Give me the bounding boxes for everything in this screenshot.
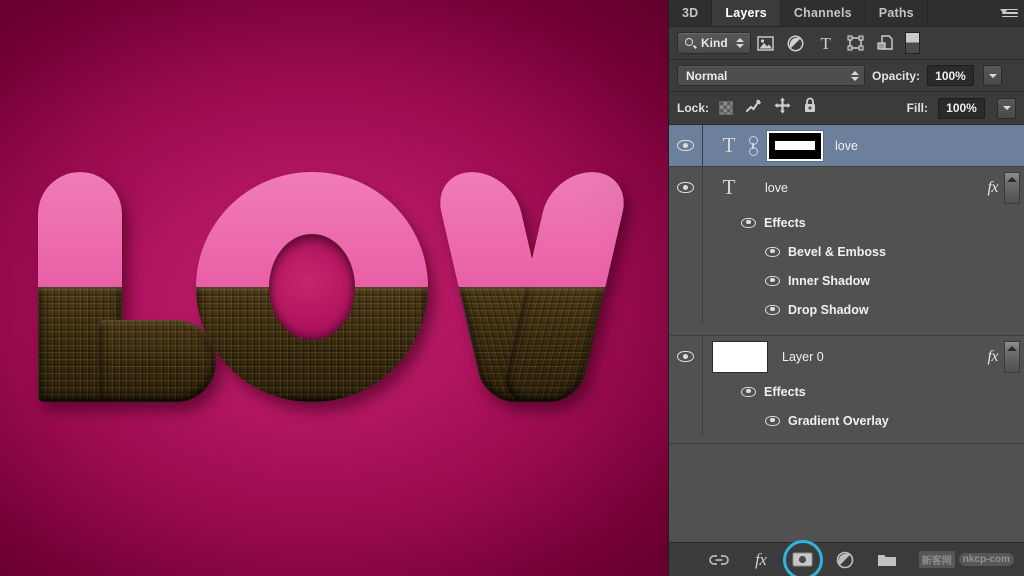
artwork-love-text [0, 0, 668, 576]
panel-menu-button[interactable] [994, 0, 1024, 26]
add-layer-mask-icon[interactable] [791, 548, 815, 572]
smart-object-filter-icon[interactable] [871, 30, 901, 56]
effects-group-label: Effects [764, 216, 806, 230]
effect-label: Gradient Overlay [788, 414, 889, 428]
eye-icon [677, 351, 694, 362]
photoshop-window: 3D Layers Channels Paths Kind [0, 0, 1024, 576]
eye-icon [677, 140, 694, 151]
table-row[interactable]: T love fx [669, 167, 1024, 208]
tab-paths[interactable]: Paths [866, 0, 928, 26]
link-layers-icon[interactable] [707, 548, 731, 572]
pixel-layer-filter-icon[interactable] [751, 30, 781, 56]
effect-label: Bevel & Emboss [788, 245, 886, 259]
eye-icon [677, 182, 694, 193]
effect-label: Inner Shadow [788, 274, 870, 288]
eye-icon[interactable] [765, 305, 780, 315]
filter-kind-label: Kind [701, 36, 728, 50]
layer-mask-thumbnail[interactable] [767, 131, 823, 161]
table-row[interactable]: T love [669, 125, 1024, 166]
lock-transparent-pixels-icon[interactable] [719, 101, 733, 115]
new-group-icon[interactable] [875, 548, 899, 572]
panel-menu-icon [1001, 8, 1018, 19]
eye-icon[interactable] [741, 218, 756, 228]
letter-L [38, 172, 218, 402]
panel-tab-strip: 3D Layers Channels Paths [669, 0, 1024, 27]
watermark-right-text: nkcp-com [959, 553, 1014, 566]
eye-icon[interactable] [765, 416, 780, 426]
adjustment-layer-filter-icon[interactable] [781, 30, 811, 56]
filter-toggle-switch[interactable] [905, 32, 920, 54]
document-canvas[interactable] [0, 0, 668, 576]
layer-fx-badge[interactable]: fx [987, 348, 1004, 366]
letter-V [432, 172, 654, 402]
filter-kind-dropdown[interactable]: Kind [677, 32, 751, 54]
opacity-label: Opacity: [872, 69, 920, 83]
type-layer-icon: T [715, 135, 743, 156]
collapse-effects-button[interactable] [1004, 341, 1020, 373]
effect-row[interactable]: Gradient Overlay [669, 406, 1024, 435]
blend-mode-select[interactable]: Normal [677, 65, 865, 86]
fill-label: Fill: [907, 101, 928, 115]
tab-channels[interactable]: Channels [781, 0, 866, 26]
fill-dropdown-button[interactable] [997, 98, 1016, 119]
chevron-updown-icon [736, 38, 744, 48]
effect-row[interactable]: Drop Shadow [669, 295, 1024, 324]
lock-row: Lock: Fill: 100% [669, 92, 1024, 125]
chevron-updown-icon [851, 71, 859, 81]
watermark: 新客网 nkcp-com [919, 551, 1014, 568]
effect-label: Drop Shadow [788, 303, 869, 317]
effect-row[interactable]: Inner Shadow [669, 266, 1024, 295]
layer-thumbnail[interactable] [712, 341, 768, 373]
layers-panel-bottom-bar: fx 新客网 nkcp-com [669, 542, 1024, 576]
layer-visibility-toggle[interactable] [669, 336, 703, 377]
lock-position-icon[interactable] [774, 97, 791, 119]
effects-group-row[interactable]: Effects [669, 208, 1024, 237]
divider [669, 443, 1024, 444]
effect-row[interactable]: Bevel & Emboss [669, 237, 1024, 266]
layer-filter-row: Kind T [669, 27, 1024, 60]
layer-name[interactable]: Layer 0 [782, 350, 824, 364]
lock-image-pixels-icon[interactable] [745, 98, 762, 118]
effects-group-row[interactable]: Effects [669, 377, 1024, 406]
opacity-input[interactable]: 100% [927, 65, 974, 86]
type-layer-filter-icon[interactable]: T [811, 30, 841, 56]
layer-name[interactable]: love [765, 181, 788, 195]
link-mask-icon[interactable] [746, 136, 760, 156]
layers-panel: 3D Layers Channels Paths Kind [668, 0, 1024, 576]
layer-name[interactable]: love [835, 139, 858, 153]
eye-icon[interactable] [765, 276, 780, 286]
layer-visibility-toggle[interactable] [669, 167, 703, 208]
collapse-effects-button[interactable] [1004, 172, 1020, 204]
search-icon [685, 38, 696, 49]
type-layer-icon: T [715, 177, 743, 198]
add-layer-style-icon[interactable]: fx [749, 548, 773, 572]
add-layer-style-label: fx [755, 550, 766, 570]
new-adjustment-layer-icon[interactable] [833, 548, 857, 572]
lock-all-icon[interactable] [803, 97, 817, 119]
layer-visibility-toggle[interactable] [669, 125, 703, 166]
table-row[interactable]: Layer 0 fx [669, 336, 1024, 377]
lock-label: Lock: [677, 101, 709, 115]
opacity-dropdown-button[interactable] [983, 65, 1002, 86]
tab-3d[interactable]: 3D [669, 0, 712, 26]
tab-layers[interactable]: Layers [712, 0, 781, 26]
layer-fx-badge[interactable]: fx [987, 179, 1004, 197]
eye-icon[interactable] [765, 247, 780, 257]
blend-mode-row: Normal Opacity: 100% [669, 60, 1024, 92]
watermark-left-text: 新客网 [919, 551, 955, 568]
shape-layer-filter-icon[interactable] [841, 30, 871, 56]
fill-input[interactable]: 100% [938, 98, 985, 119]
eye-icon[interactable] [741, 387, 756, 397]
layer-list[interactable]: T love T love [669, 125, 1024, 542]
blend-mode-value: Normal [686, 69, 848, 83]
effects-group-label: Effects [764, 385, 806, 399]
letter-O [196, 172, 428, 402]
